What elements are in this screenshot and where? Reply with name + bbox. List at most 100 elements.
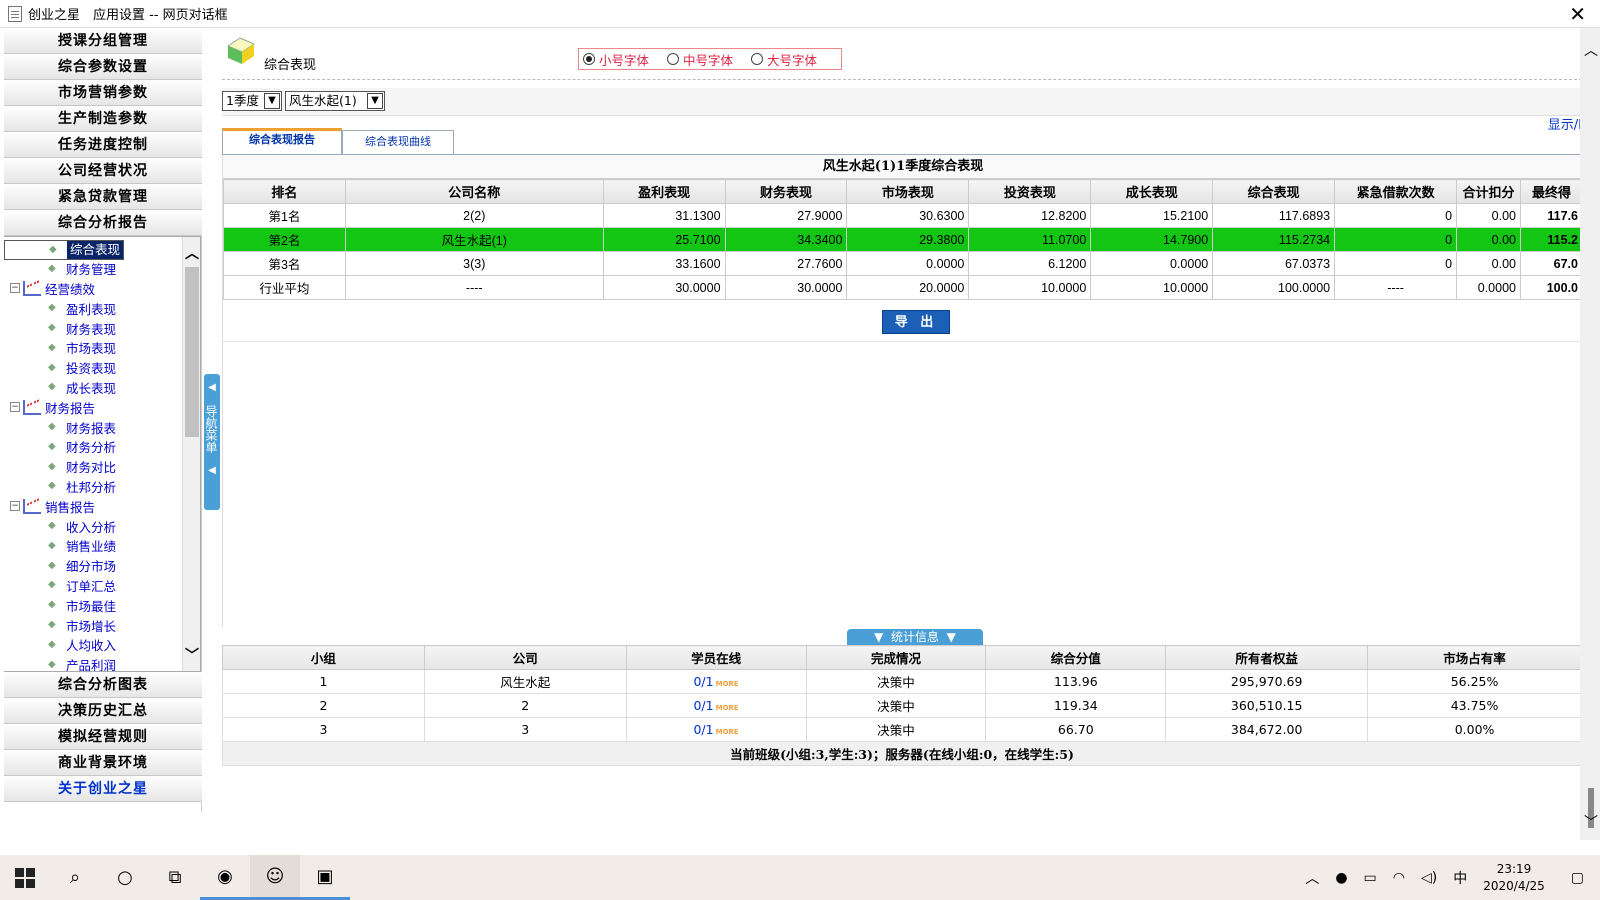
tree-item[interactable]: ◆ 收入分析 <box>4 516 200 536</box>
menu-item[interactable]: 模拟经营规则 <box>4 724 202 750</box>
table-row[interactable]: 3 3 0/1 MORE 决策中 66.70 384,672.00 0.00% <box>222 717 1582 742</box>
tree-scrollbar[interactable]: ︿ ﹀ <box>182 237 200 671</box>
tree-item[interactable]: ◆ 财务管理 <box>4 259 200 279</box>
menu-item[interactable]: 公司经营状况 <box>4 158 202 184</box>
more-link[interactable]: MORE <box>716 728 739 736</box>
collapse-icon[interactable]: − <box>10 402 20 413</box>
menu-item[interactable]: 综合分析报告 <box>4 210 202 236</box>
tree-item[interactable]: ◆ 市场表现 <box>4 338 200 358</box>
tree-group[interactable]: − 经营绩效 <box>4 279 200 299</box>
quarter-select[interactable]: 1季度 ▼ <box>222 91 282 111</box>
table-row[interactable]: 1 风生水起 0/1 MORE 决策中 113.96 295,970.69 56.25% <box>222 669 1582 694</box>
chevron-down-icon[interactable]: ﹀ <box>185 645 199 665</box>
tab-report[interactable]: 综合表现报告 <box>222 128 342 154</box>
tree-item[interactable]: ◆ 财务表现 <box>4 318 200 338</box>
clock[interactable]: 23:19 2020/4/25 <box>1483 861 1545 895</box>
close-icon[interactable]: ✕ <box>1569 2 1586 26</box>
table-row[interactable]: 第2名 风生水起(1) 25.7100 34.3400 29.3800 11.0700 14… <box>223 227 1584 252</box>
font-size-radio[interactable]: 中号字体 <box>667 50 733 69</box>
radio-button[interactable] <box>751 53 764 65</box>
tree-item[interactable]: ◆ 产品利润 <box>4 655 200 671</box>
column-header: 最终得 <box>1519 179 1584 204</box>
show-toggle-link[interactable]: 显示/I <box>1548 114 1582 133</box>
tree-item[interactable]: ◆ 财务对比 <box>4 457 200 477</box>
tree-item[interactable]: ◆ 杜邦分析 <box>4 477 200 497</box>
qq-icon[interactable]: ● <box>1335 870 1347 886</box>
tree-item[interactable]: ◆ 盈利表现 <box>4 298 200 318</box>
menu-item[interactable]: 紧急贷款管理 <box>4 184 202 210</box>
collapse-left-icon[interactable]: ◀ <box>204 382 220 393</box>
tree-group[interactable]: − 销售报告 <box>4 496 200 516</box>
task-view-icon[interactable]: ⧉ <box>150 855 200 900</box>
tree-item[interactable]: ◆ 财务分析 <box>4 437 200 457</box>
volume-icon[interactable]: ◁) <box>1421 870 1437 886</box>
collapse-icon[interactable]: − <box>10 501 20 512</box>
chevron-down-icon[interactable]: ▼ <box>264 93 280 109</box>
table-cell: 0.0000 <box>846 251 970 276</box>
radio-button[interactable] <box>667 53 680 65</box>
windows-start-icon[interactable] <box>0 855 50 900</box>
tree-item[interactable]: ◆ 细分市场 <box>4 556 200 576</box>
online-count[interactable]: 0/1 <box>693 698 713 713</box>
browser-app-icon[interactable]: ◉ <box>200 855 250 900</box>
tree-item[interactable]: ◆ 人均收入 <box>4 635 200 655</box>
cortana-icon[interactable]: ○ <box>100 855 150 900</box>
table-row[interactable]: 第3名 3(3) 33.1600 27.7600 0.0000 6.1200 0.0000 6… <box>223 251 1584 276</box>
ime-indicator[interactable]: 中 <box>1453 868 1467 888</box>
menu-item[interactable]: 生产制造参数 <box>4 106 202 132</box>
search-icon[interactable]: ⌕ <box>50 855 100 900</box>
menu-item[interactable]: 授课分组管理 <box>4 28 202 54</box>
tree-item[interactable]: ◆ 财务报表 <box>4 417 200 437</box>
tree-item[interactable]: ◆ 综合表现 <box>4 240 125 260</box>
tree-scroll-thumb[interactable] <box>185 267 199 437</box>
collapse-left-icon[interactable]: ◀ <box>204 465 220 476</box>
column-header: 小组 <box>222 645 425 670</box>
chevron-up-icon[interactable]: ︿ <box>1584 40 1598 60</box>
table-cell: 第1名 <box>223 203 346 228</box>
tab-curve[interactable]: 综合表现曲线 <box>342 130 454 154</box>
tree-group[interactable]: − 财务报告 <box>4 397 200 417</box>
more-link[interactable]: MORE <box>716 704 739 712</box>
table-row[interactable]: 2 2 0/1 MORE 决策中 119.34 360,510.15 43.75% <box>222 693 1582 718</box>
menu-item[interactable]: 关于创业之星 <box>4 776 202 802</box>
chevron-up-icon[interactable]: ︿ <box>185 243 199 263</box>
chevron-down-icon[interactable]: ▼ <box>367 93 383 109</box>
student-app-icon[interactable]: ☺ <box>250 855 300 900</box>
tree-item[interactable]: ◆ 销售业绩 <box>4 536 200 556</box>
main-content: 综合表现 小号字体 中号字体 大号字体 1季度 ▼ 风生水起(1) ▼ 显示/I 综… <box>222 28 1584 812</box>
tree-item[interactable]: ◆ 市场最佳 <box>4 595 200 615</box>
tree-item[interactable]: ◆ 市场增长 <box>4 615 200 635</box>
menu-item[interactable]: 商业背景环境 <box>4 750 202 776</box>
menu-item[interactable]: 决策历史汇总 <box>4 698 202 724</box>
collapse-icon[interactable]: − <box>10 283 20 294</box>
notification-icon[interactable]: ▢ <box>1571 870 1584 886</box>
menu-item[interactable]: 综合分析图表 <box>4 672 202 698</box>
font-size-radio[interactable]: 大号字体 <box>751 50 817 69</box>
menu-item[interactable]: 综合参数设置 <box>4 54 202 80</box>
tree-item[interactable]: ◆ 订单汇总 <box>4 576 200 596</box>
radio-button[interactable] <box>583 53 595 65</box>
wps-app-icon[interactable]: ▣ <box>300 855 350 900</box>
battery-icon[interactable]: ▭ <box>1364 870 1377 886</box>
chevron-up-icon[interactable]: ︿ <box>1305 868 1319 888</box>
menu-item[interactable]: 市场营销参数 <box>4 80 202 106</box>
nav-menu-handle[interactable]: ◀ 导航菜单 ◀ <box>204 374 220 510</box>
export-button[interactable]: 导 出 <box>882 310 950 334</box>
table-cell: 10.0000 <box>968 275 1092 300</box>
more-link[interactable]: MORE <box>716 680 739 688</box>
tree-item-label: 销售业绩 <box>66 539 117 555</box>
tree-item[interactable]: ◆ 成长表现 <box>4 378 200 398</box>
menu-item[interactable]: 任务进度控制 <box>4 132 202 158</box>
online-count[interactable]: 0/1 <box>693 722 713 737</box>
chevron-down-icon[interactable]: ﹀ <box>1584 812 1598 832</box>
table-row[interactable]: 行业平均 ---- 30.0000 30.0000 20.0000 10.0000 10.0… <box>223 275 1584 300</box>
wifi-icon[interactable]: ◠ <box>1393 870 1405 886</box>
online-count[interactable]: 0/1 <box>693 674 713 689</box>
table-cell: 56.25% <box>1367 669 1582 694</box>
page-scrollbar[interactable]: ︿ ﹀ <box>1580 28 1600 840</box>
company-select[interactable]: 风生水起(1) ▼ <box>285 91 385 111</box>
tree-item[interactable]: ◆ 投资表现 <box>4 358 200 378</box>
font-size-radio[interactable]: 小号字体 <box>583 50 649 69</box>
table-row[interactable]: 第1名 2(2) 31.1300 27.9000 30.6300 12.8200 15.21… <box>223 203 1584 228</box>
stats-toggle[interactable]: ▼ 统计信息 ▼ <box>847 629 983 645</box>
